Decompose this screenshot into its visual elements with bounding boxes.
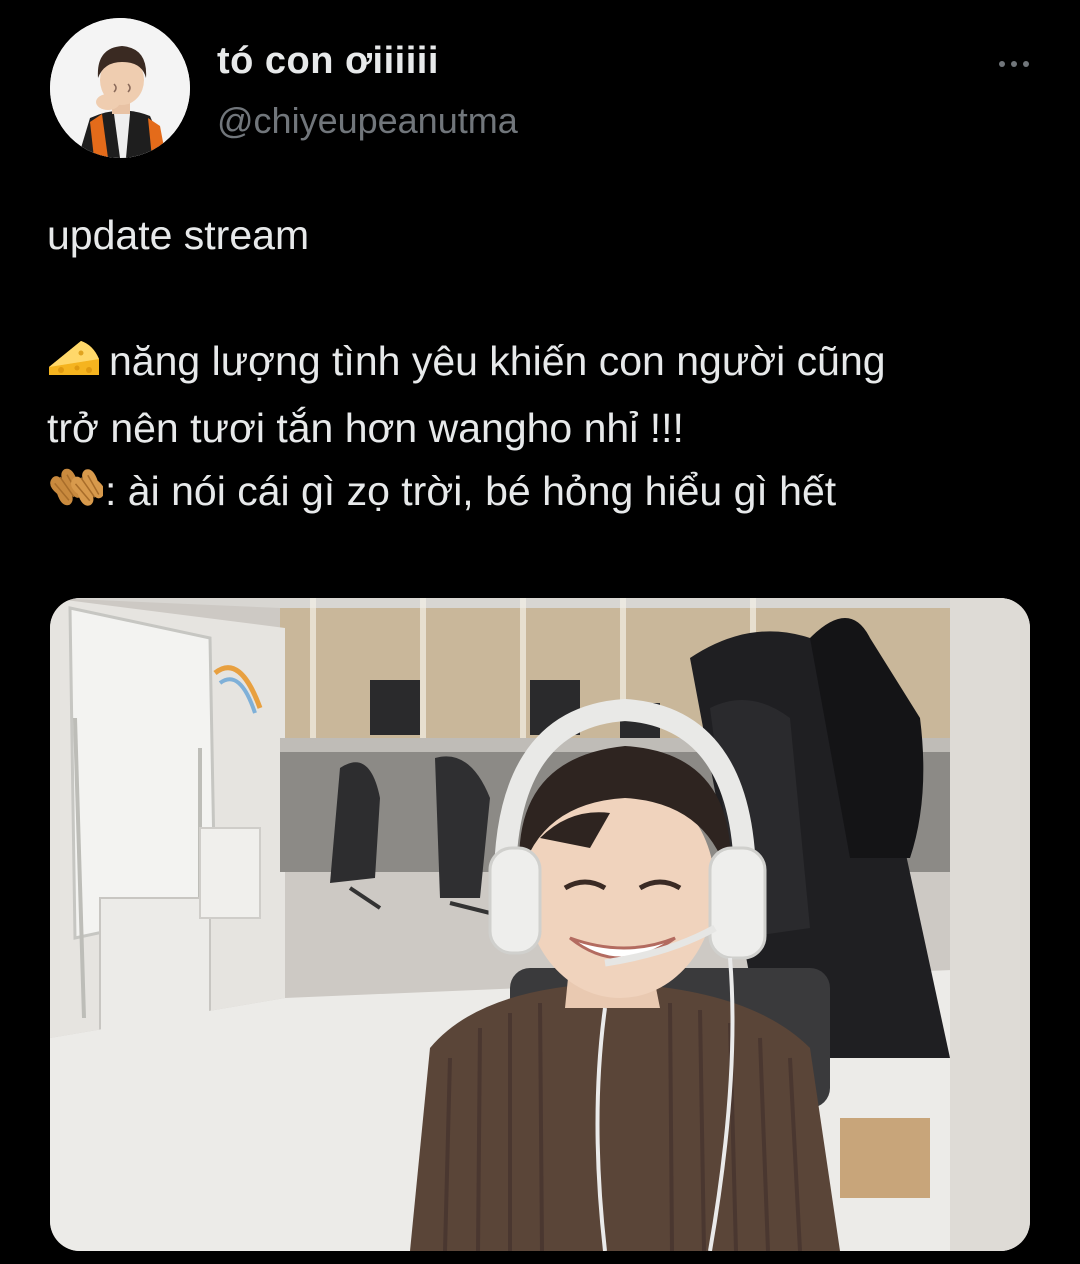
tweet-line-title: update stream <box>47 212 310 258</box>
tweet-line: năng lượng tình yêu khiến con người cũng <box>47 330 1037 397</box>
peanut-emoji <box>47 463 105 527</box>
tweet-card: tó con ơiiiiii @chiyeupeanutma update st… <box>0 0 1080 1264</box>
tweet-line-4: : ài nói cái gì zọ trời, bé hỏng hiểu gì… <box>105 468 837 514</box>
tweet-media-photo[interactable] <box>50 598 1030 1251</box>
tweet-line-3: trở nên tươi tắn hơn wangho nhỉ !!! <box>47 405 684 451</box>
tweet-line: : ài nói cái gì zọ trời, bé hỏng hiểu gì… <box>47 460 1037 527</box>
cheese-emoji <box>47 334 101 397</box>
display-name[interactable]: tó con ơiiiiii <box>217 40 439 83</box>
tweet-line-2: năng lượng tình yêu khiến con người cũng <box>109 338 886 384</box>
tweet-text: update stream năng lượng tình yêu khiến … <box>47 204 1037 527</box>
username-handle[interactable]: @chiyeupeanutma <box>217 100 518 142</box>
avatar[interactable] <box>50 18 190 158</box>
more-options-button[interactable] <box>984 46 1044 82</box>
more-horizontal-icon <box>999 61 1005 67</box>
